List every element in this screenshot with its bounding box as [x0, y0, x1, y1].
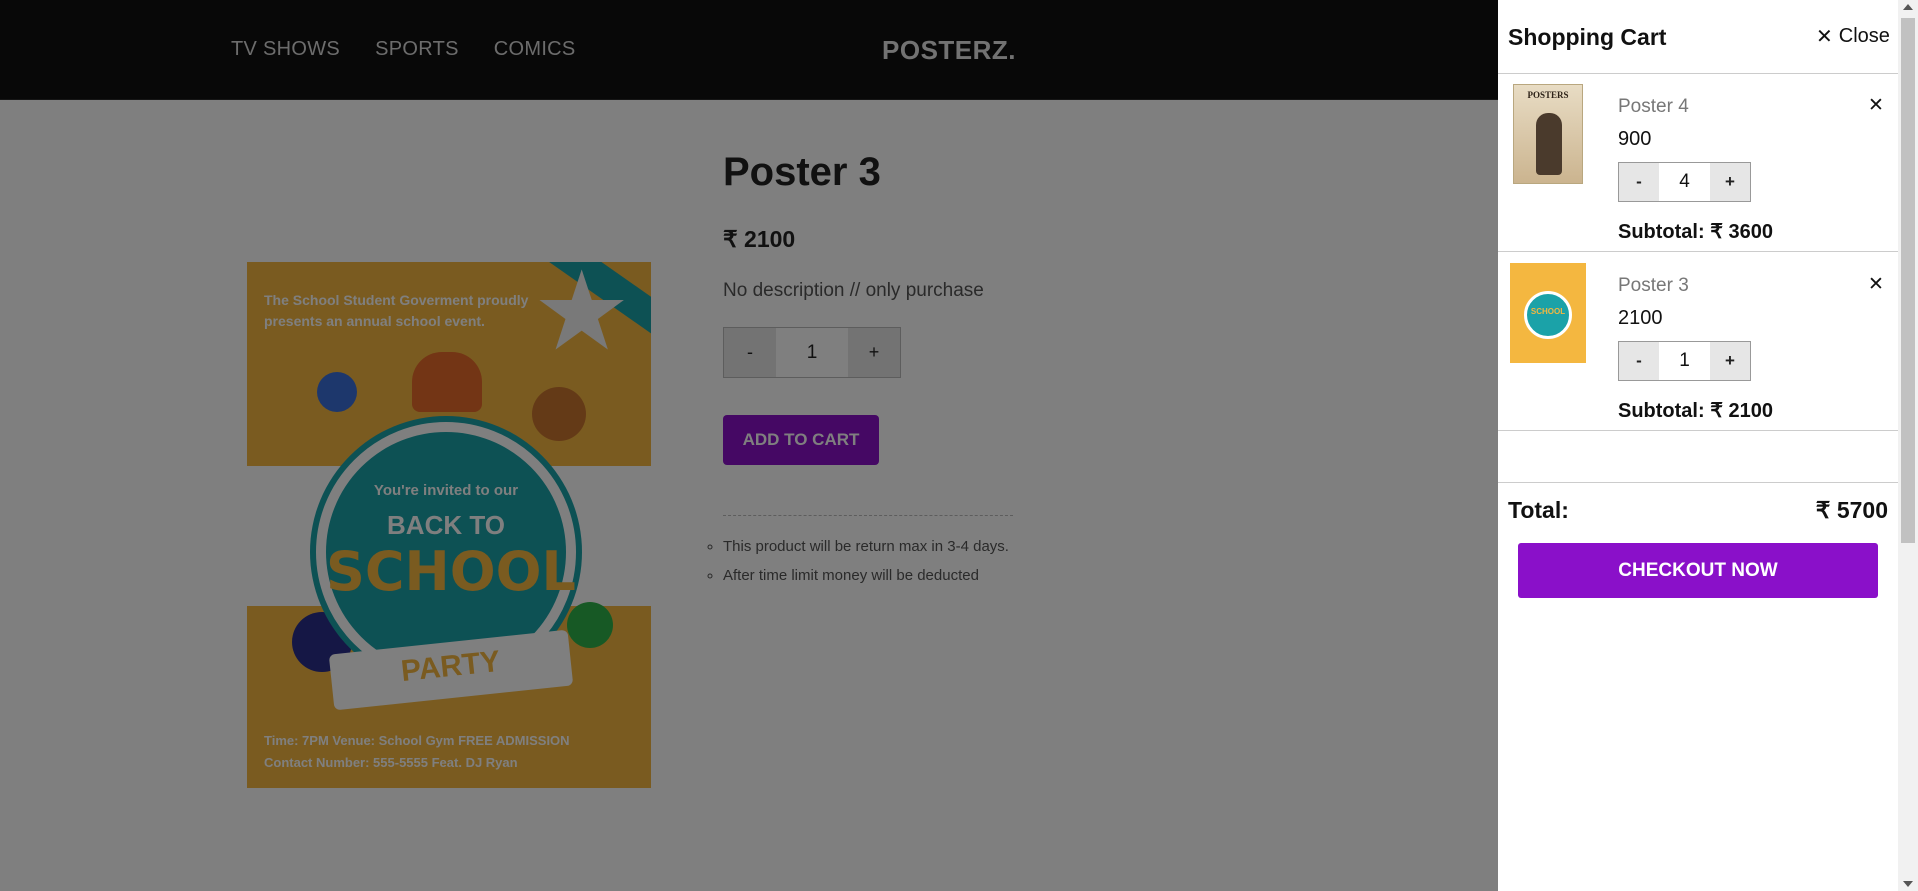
close-icon: ✕ — [1816, 26, 1833, 48]
cart-item-price: 900 — [1618, 128, 1652, 150]
cart-drawer: Shopping Cart ✕ Close POSTERS Poster 4 9… — [1498, 0, 1898, 891]
close-cart-button[interactable]: ✕ Close — [1816, 24, 1890, 49]
cart-item: SCHOOL Poster 3 2100 ✕ - 1 + Subtotal: ₹… — [1498, 253, 1898, 431]
cart-item-thumbnail: POSTERS — [1513, 84, 1583, 184]
cart-item-subtotal: Subtotal: ₹ 3600 — [1618, 221, 1773, 243]
checkout-button[interactable]: CHECKOUT NOW — [1518, 543, 1878, 598]
remove-item-icon[interactable]: ✕ — [1868, 94, 1884, 117]
cart-title: Shopping Cart — [1508, 24, 1667, 50]
cart-item: POSTERS Poster 4 900 ✕ - 4 + Subtotal: ₹… — [1498, 74, 1898, 252]
cart-item-price: 2100 — [1618, 307, 1663, 329]
thumbnail-text: SCHOOL — [1530, 307, 1566, 316]
quantity-value[interactable]: 4 — [1659, 163, 1710, 201]
close-label: Close — [1838, 25, 1890, 47]
cart-total-row: Total: ₹ 5700 — [1498, 482, 1898, 534]
increment-button[interactable]: + — [1710, 342, 1750, 380]
cart-item-name: Poster 3 — [1618, 275, 1689, 296]
decrement-button[interactable]: - — [1619, 342, 1659, 380]
cart-item-thumbnail: SCHOOL — [1510, 263, 1586, 363]
thumbnail-text: POSTERS — [1527, 90, 1569, 100]
scrollbar[interactable] — [1898, 0, 1918, 891]
decrement-button[interactable]: - — [1619, 163, 1659, 201]
total-label: Total: — [1508, 497, 1569, 523]
cart-item-subtotal: Subtotal: ₹ 2100 — [1618, 400, 1773, 422]
figure-icon — [1536, 113, 1562, 175]
quantity-value[interactable]: 1 — [1659, 342, 1710, 380]
total-value: ₹ 5700 — [1815, 497, 1888, 523]
quantity-stepper: - 1 + — [1618, 341, 1751, 381]
scroll-down-icon[interactable] — [1903, 881, 1913, 887]
remove-item-icon[interactable]: ✕ — [1868, 273, 1884, 296]
scroll-up-icon[interactable] — [1903, 4, 1913, 10]
increment-button[interactable]: + — [1710, 163, 1750, 201]
quantity-stepper: - 4 + — [1618, 162, 1751, 202]
scrollbar-thumb[interactable] — [1901, 18, 1915, 543]
cart-item-name: Poster 4 — [1618, 96, 1689, 117]
cart-header: Shopping Cart ✕ Close — [1498, 0, 1898, 74]
